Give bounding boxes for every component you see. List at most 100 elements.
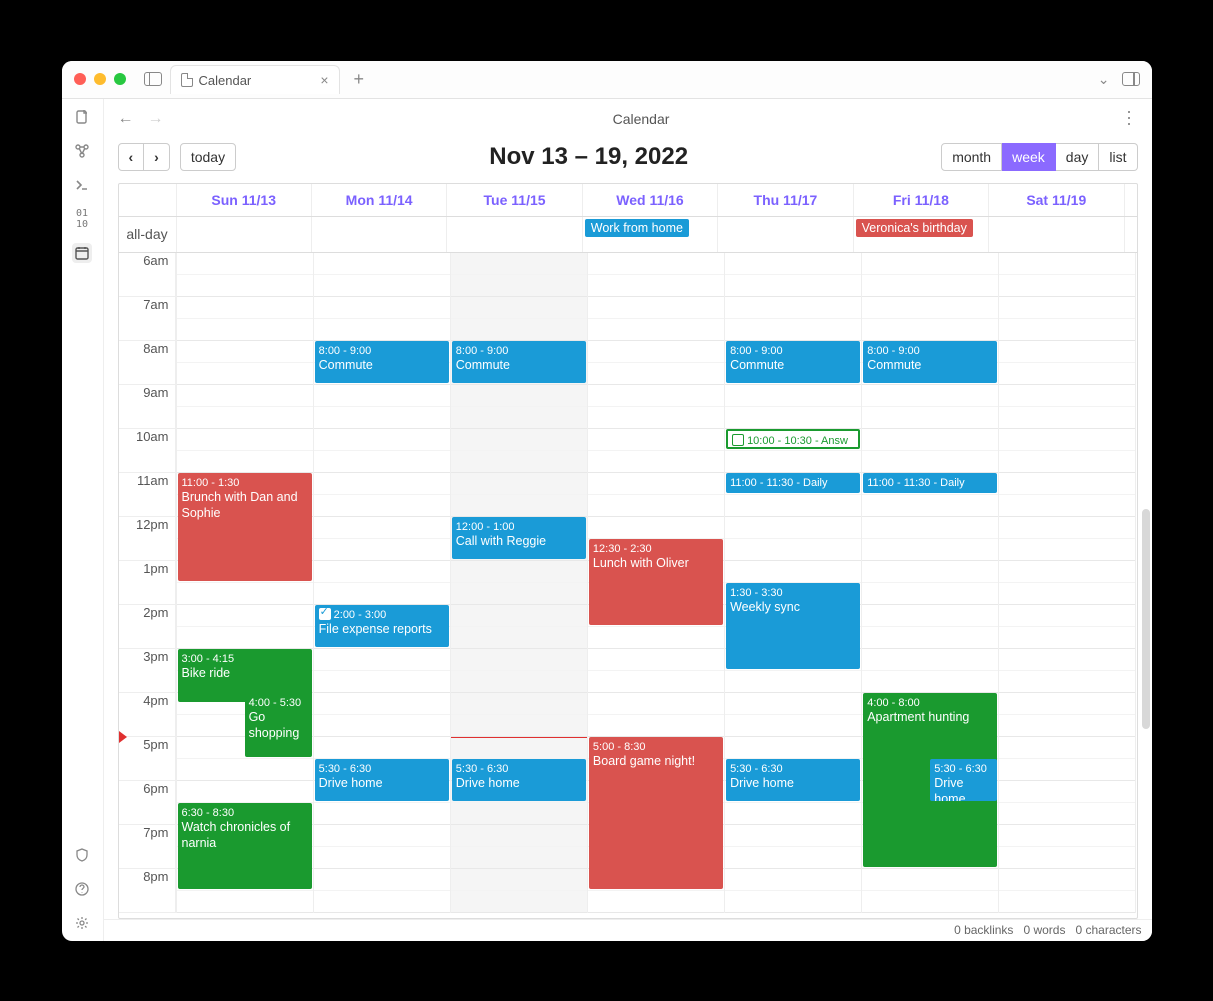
day-header[interactable]: Wed 11/16 (583, 184, 718, 216)
sidebar-toggle-icon[interactable] (144, 72, 162, 86)
event[interactable]: 5:30 - 6:30Drive home (726, 759, 860, 801)
graph-icon[interactable] (72, 141, 92, 161)
event[interactable]: 1:30 - 3:30Weekly sync (726, 583, 860, 669)
day-column-tue[interactable]: 8:00 - 9:00Commute 12:00 - 1:00Call with … (451, 253, 588, 913)
allday-event[interactable]: Veronica's birthday (856, 219, 973, 237)
nav-forward-icon[interactable]: → (148, 110, 164, 128)
event-title: Commute (867, 358, 921, 372)
event[interactable]: 10:00 - 10:30 - Answ (726, 429, 860, 449)
event-time: 5:30 - 6:30 (319, 763, 372, 775)
status-words[interactable]: 0 words (1023, 923, 1065, 937)
hour-label: 7am (119, 297, 176, 341)
event[interactable]: 5:00 - 8:30Board game night! (589, 737, 723, 889)
calendar-header: Sun 11/13 Mon 11/14 Tue 11/15 Wed 11/16 … (119, 184, 1137, 217)
status-chars[interactable]: 0 characters (1075, 923, 1141, 937)
next-button[interactable]: › (144, 143, 170, 171)
close-tab-icon[interactable]: × (320, 72, 328, 88)
event[interactable]: 8:00 - 9:00Commute (315, 341, 449, 383)
event-time: 4:00 - 5:30 (249, 697, 302, 709)
event-title: Go shopping (249, 710, 300, 740)
event[interactable]: 12:00 - 1:00Call with Reggie (452, 517, 586, 559)
day-header[interactable]: Sat 11/19 (989, 184, 1124, 216)
today-button[interactable]: today (180, 143, 236, 171)
event[interactable]: 11:00 - 1:30Brunch with Dan and Sophie (178, 473, 312, 581)
tab-calendar[interactable]: Calendar × (170, 65, 340, 94)
scrollbar[interactable] (1142, 169, 1150, 911)
view-week-button[interactable]: week (1002, 143, 1056, 171)
right-panel-toggle-icon[interactable] (1122, 72, 1140, 86)
day-header[interactable]: Tue 11/15 (447, 184, 582, 216)
shield-icon[interactable] (72, 845, 92, 865)
more-menu-icon[interactable]: ⋯ (1119, 108, 1138, 129)
day-column-wed[interactable]: 12:30 - 2:30Lunch with Oliver 5:00 - 8:30… (588, 253, 725, 913)
event[interactable]: 8:00 - 9:00Commute (726, 341, 860, 383)
event[interactable]: 5:30 - 6:30Drive home (930, 759, 997, 801)
main-area: ← → Calendar ⋯ ‹ › today Nov 13 – 19, 20… (104, 99, 1152, 941)
event-time: 11:00 - 1:30 (182, 477, 240, 489)
event-title: Drive home (456, 776, 520, 790)
day-column-fri[interactable]: 8:00 - 9:00Commute 11:00 - 11:30 - Daily 4… (862, 253, 999, 913)
close-window-icon[interactable] (74, 73, 86, 85)
checkbox-icon[interactable] (732, 434, 744, 446)
event[interactable]: 2:00 - 3:00File expense reports (315, 605, 449, 647)
scrollbar-thumb[interactable] (1142, 509, 1150, 729)
hour-label: 10am (119, 429, 176, 473)
help-icon[interactable] (72, 879, 92, 899)
event-title: File expense reports (319, 622, 432, 636)
event-time: 11:00 - 11:30 - Daily (730, 477, 827, 489)
event[interactable]: 6:30 - 8:30Watch chronicles of narnia (178, 803, 312, 889)
event-time: 8:00 - 9:00 (730, 345, 783, 357)
view-month-button[interactable]: month (941, 143, 1002, 171)
left-rail: 0110 (62, 99, 104, 941)
hour-label: 11am (119, 473, 176, 517)
day-column-sat[interactable] (999, 253, 1136, 913)
hour-label: 7pm (119, 825, 176, 869)
status-backlinks[interactable]: 0 backlinks (954, 923, 1013, 937)
view-day-button[interactable]: day (1056, 143, 1100, 171)
event-time: 8:00 - 9:00 (456, 345, 509, 357)
binary-icon[interactable]: 0110 (72, 209, 92, 229)
event-time: 5:30 - 6:30 (934, 763, 987, 775)
day-header[interactable]: Thu 11/17 (718, 184, 853, 216)
new-tab-icon[interactable]: + (348, 69, 371, 90)
checkbox-icon[interactable] (319, 608, 331, 620)
new-note-icon[interactable] (72, 107, 92, 127)
event-title: Bike ride (182, 666, 231, 680)
event-title: Drive home (730, 776, 794, 790)
document-icon (181, 73, 193, 87)
calendar-grid-scroll[interactable]: 6am7am8am9am10am11am12pm1pm2pm3pm4pm5pm6… (119, 253, 1137, 918)
event[interactable]: 12:30 - 2:30Lunch with Oliver (589, 539, 723, 625)
event-time: 4:00 - 8:00 (867, 697, 920, 709)
hour-label: 2pm (119, 605, 176, 649)
allday-event[interactable]: Work from home (585, 219, 689, 237)
event[interactable]: 5:30 - 6:30Drive home (315, 759, 449, 801)
event[interactable]: 11:00 - 11:30 - Daily (863, 473, 997, 493)
event-time: 12:00 - 1:00 (456, 521, 515, 533)
event[interactable]: 4:00 - 5:30Go shopping (245, 693, 312, 757)
event[interactable]: 8:00 - 9:00Commute (863, 341, 997, 383)
settings-icon[interactable] (72, 913, 92, 933)
day-header[interactable]: Mon 11/14 (312, 184, 447, 216)
calendar-icon[interactable] (72, 243, 92, 263)
zoom-window-icon[interactable] (114, 73, 126, 85)
view-list-button[interactable]: list (1099, 143, 1137, 171)
statusbar: 0 backlinks 0 words 0 characters (104, 919, 1152, 941)
event-title: Brunch with Dan and Sophie (182, 490, 298, 520)
day-header[interactable]: Sun 11/13 (177, 184, 312, 216)
event-time: 10:00 - 10:30 - Answ (747, 435, 848, 447)
event-title: Commute (456, 358, 510, 372)
event[interactable]: 8:00 - 9:00Commute (452, 341, 586, 383)
day-column-thu[interactable]: 8:00 - 9:00Commute 10:00 - 10:30 - Answ 11… (725, 253, 862, 913)
chevron-down-icon[interactable]: ⌄ (1098, 71, 1110, 88)
event[interactable]: 5:30 - 6:30Drive home (452, 759, 586, 801)
event-time: 6:30 - 8:30 (182, 807, 235, 819)
day-header[interactable]: Fri 11/18 (854, 184, 989, 216)
minimize-window-icon[interactable] (94, 73, 106, 85)
nav-back-icon[interactable]: ← (118, 110, 134, 128)
prev-button[interactable]: ‹ (118, 143, 145, 171)
day-column-mon[interactable]: 8:00 - 9:00Commute 2:00 - 3:00File expens… (314, 253, 451, 913)
terminal-icon[interactable] (72, 175, 92, 195)
hour-label: 8am (119, 341, 176, 385)
event[interactable]: 11:00 - 11:30 - Daily (726, 473, 860, 493)
day-column-sun[interactable]: 11:00 - 1:30Brunch with Dan and Sophie3:… (177, 253, 314, 913)
